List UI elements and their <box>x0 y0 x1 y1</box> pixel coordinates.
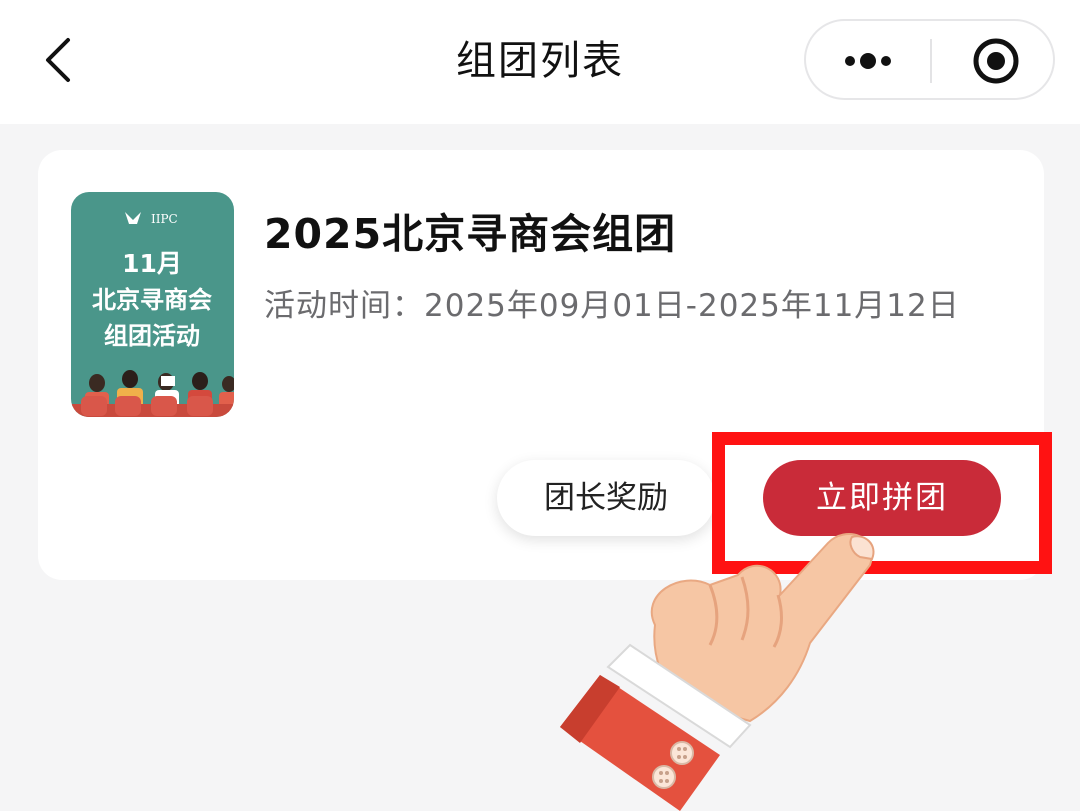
navbar: 组团列表 <box>0 0 1080 124</box>
poster-line-3: 组团活动 <box>104 322 200 350</box>
group-title: 2025北京寻商会组团 <box>264 210 677 258</box>
target-circle-icon <box>973 38 1019 84</box>
close-button[interactable] <box>932 21 1055 98</box>
poster-line-2: 北京寻商会 <box>92 286 212 314</box>
poster-line-1: 11月 <box>122 249 182 278</box>
pointing-hand-icon <box>560 515 920 811</box>
more-button[interactable] <box>806 21 930 98</box>
more-dots-icon <box>845 53 891 69</box>
event-time: 活动时间：2025年09月01日-2025年11月12日 <box>264 288 960 324</box>
mini-program-capsule <box>804 19 1055 100</box>
event-poster: IIPC 11月 北京寻商会 组团活动 <box>71 192 234 417</box>
poster-logo-text: IIPC <box>151 212 178 226</box>
